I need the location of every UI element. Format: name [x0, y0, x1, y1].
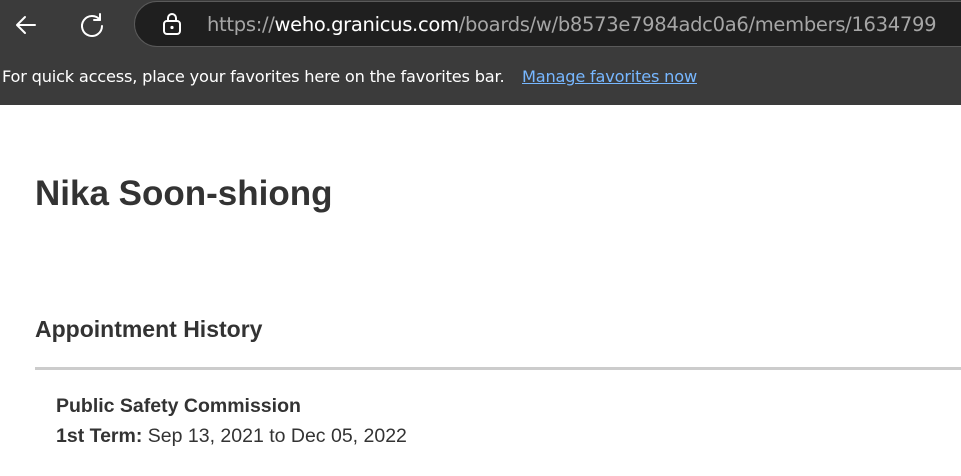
- section-divider: [35, 367, 961, 370]
- appointment-term: 1st Term: Sep 13, 2021 to Dec 05, 2022: [56, 425, 407, 448]
- appointment-board: Public Safety Commission: [56, 395, 301, 417]
- favorites-message: For quick access, place your favorites h…: [2, 67, 505, 86]
- refresh-icon: [81, 13, 103, 37]
- url-host: weho.granicus.com: [274, 13, 460, 36]
- term-label: 1st Term:: [56, 425, 143, 447]
- url-prefix: https://: [207, 13, 275, 36]
- url-text[interactable]: https://weho.granicus.com/boards/w/b8573…: [207, 13, 937, 36]
- back-button[interactable]: [9, 8, 43, 42]
- section-title: Appointment History: [35, 316, 263, 342]
- url-path: /boards/w/b8573e7984adc0a6/members/16347…: [458, 13, 937, 36]
- manage-favorites-link[interactable]: Manage favorites now: [522, 67, 697, 86]
- back-arrow-icon: [16, 16, 36, 34]
- member-name: Nika Soon-shiong: [35, 174, 333, 213]
- lock-icon[interactable]: [160, 12, 184, 36]
- page-content: [0, 105, 961, 476]
- refresh-button[interactable]: [75, 8, 109, 42]
- term-dates: Sep 13, 2021 to Dec 05, 2022: [147, 425, 407, 447]
